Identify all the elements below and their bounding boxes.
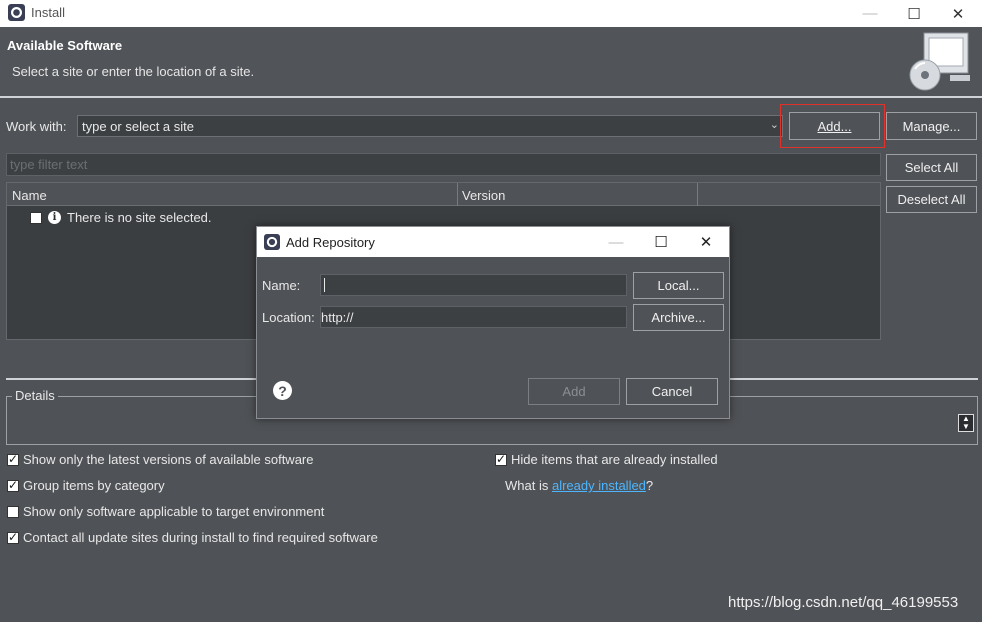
option-latest-versions[interactable]: Show only the latest versions of availab… bbox=[7, 452, 314, 467]
manage-button-label: Manage... bbox=[902, 118, 961, 134]
manage-button[interactable]: Manage... bbox=[886, 112, 977, 140]
add-site-button[interactable]: Add... bbox=[789, 112, 880, 140]
dialog-minimize-button[interactable]: — bbox=[593, 227, 639, 257]
dialog-title-bar: Add Repository — ☐ ✕ bbox=[257, 227, 729, 257]
option-contact-sites[interactable]: Contact all update sites during install … bbox=[7, 530, 378, 545]
what-is-suffix: ? bbox=[645, 478, 654, 493]
local-button-label: Local... bbox=[657, 278, 700, 293]
select-all-label: Select All bbox=[904, 160, 959, 175]
filter-placeholder: type filter text bbox=[10, 157, 88, 172]
column-version-header[interactable]: Version bbox=[462, 188, 505, 203]
local-button[interactable]: Local... bbox=[633, 272, 724, 299]
row-checkbox[interactable] bbox=[30, 212, 42, 224]
add-site-button-label: Add... bbox=[817, 118, 852, 134]
option-target-environment[interactable]: Show only software applicable to target … bbox=[7, 504, 324, 519]
name-label: Name: bbox=[262, 278, 301, 293]
select-all-button[interactable]: Select All bbox=[886, 154, 977, 181]
dialog-title: Add Repository bbox=[286, 235, 375, 250]
option-hide-installed[interactable]: Hide items that are already installed bbox=[495, 452, 718, 467]
dialog-close-button[interactable]: ✕ bbox=[683, 227, 729, 257]
column-name-header[interactable]: Name bbox=[12, 188, 47, 203]
wizard-header: Available Software Select a site or ente… bbox=[0, 27, 982, 97]
dialog-maximize-button[interactable]: ☐ bbox=[638, 227, 684, 257]
table-header: Name Version bbox=[7, 183, 880, 206]
what-is-prefix: What is bbox=[505, 478, 552, 493]
column-divider[interactable] bbox=[457, 183, 458, 206]
watermark: https://blog.csdn.net/qq_46199553 bbox=[728, 594, 959, 611]
work-with-combo[interactable]: type or select a site ⌄ bbox=[77, 115, 783, 137]
dialog-add-button[interactable]: Add bbox=[528, 378, 620, 405]
location-field[interactable]: http:// bbox=[320, 306, 627, 328]
name-field[interactable] bbox=[320, 274, 627, 296]
target-environment-label: Show only software applicable to target … bbox=[23, 504, 325, 519]
page-description: Select a site or enter the location of a… bbox=[12, 64, 255, 79]
window-title-bar: Install — ☐ ✕ bbox=[0, 0, 982, 27]
chevron-down-icon[interactable]: ⌄ bbox=[770, 118, 779, 131]
work-with-value: type or select a site bbox=[82, 119, 194, 134]
already-installed-line: What is already installed? bbox=[505, 478, 653, 493]
window-title: Install bbox=[31, 5, 65, 20]
deselect-all-label: Deselect All bbox=[897, 192, 966, 207]
maximize-button[interactable]: ☐ bbox=[892, 0, 936, 27]
page-title: Available Software bbox=[7, 38, 123, 53]
details-label: Details bbox=[12, 388, 58, 403]
deselect-all-button[interactable]: Deselect All bbox=[886, 186, 977, 213]
dialog-cancel-button[interactable]: Cancel bbox=[626, 378, 718, 405]
eclipse-dialog-icon bbox=[264, 234, 280, 250]
minimize-button[interactable]: — bbox=[848, 0, 892, 27]
location-label: Location: bbox=[262, 310, 315, 325]
hide-installed-label: Hide items that are already installed bbox=[511, 452, 718, 467]
already-installed-link[interactable]: already installed bbox=[552, 478, 646, 493]
latest-versions-label: Show only the latest versions of availab… bbox=[23, 452, 314, 467]
install-computer-icon bbox=[909, 32, 970, 91]
row-name: There is no site selected. bbox=[67, 210, 212, 225]
text-caret bbox=[324, 278, 325, 292]
info-icon: i bbox=[48, 211, 61, 224]
location-value: http:// bbox=[321, 310, 354, 325]
eclipse-app-icon bbox=[8, 4, 25, 21]
header-separator bbox=[0, 96, 982, 98]
archive-button[interactable]: Archive... bbox=[633, 304, 724, 331]
group-by-category-label: Group items by category bbox=[23, 478, 165, 493]
target-environment-checkbox[interactable] bbox=[7, 505, 19, 518]
column-divider[interactable] bbox=[697, 183, 698, 206]
dialog-add-label: Add bbox=[562, 384, 586, 399]
dialog-cancel-label: Cancel bbox=[651, 384, 693, 399]
details-scroll-icon[interactable]: ▲ ▼ bbox=[958, 414, 974, 432]
close-button[interactable]: ✕ bbox=[936, 0, 980, 27]
hide-installed-checkbox[interactable] bbox=[495, 452, 507, 466]
contact-sites-label: Contact all update sites during install … bbox=[23, 530, 378, 545]
work-with-label: Work with: bbox=[6, 119, 67, 134]
option-group-by-category[interactable]: Group items by category bbox=[7, 478, 165, 493]
add-repository-dialog: Add Repository — ☐ ✕ Name: Local... Loca… bbox=[256, 226, 730, 419]
group-by-category-checkbox[interactable] bbox=[7, 478, 19, 492]
contact-sites-checkbox[interactable] bbox=[7, 530, 19, 544]
archive-button-label: Archive... bbox=[651, 310, 706, 325]
filter-input[interactable]: type filter text bbox=[6, 153, 881, 176]
latest-versions-checkbox[interactable] bbox=[7, 452, 19, 466]
help-icon[interactable]: ? bbox=[273, 381, 292, 400]
